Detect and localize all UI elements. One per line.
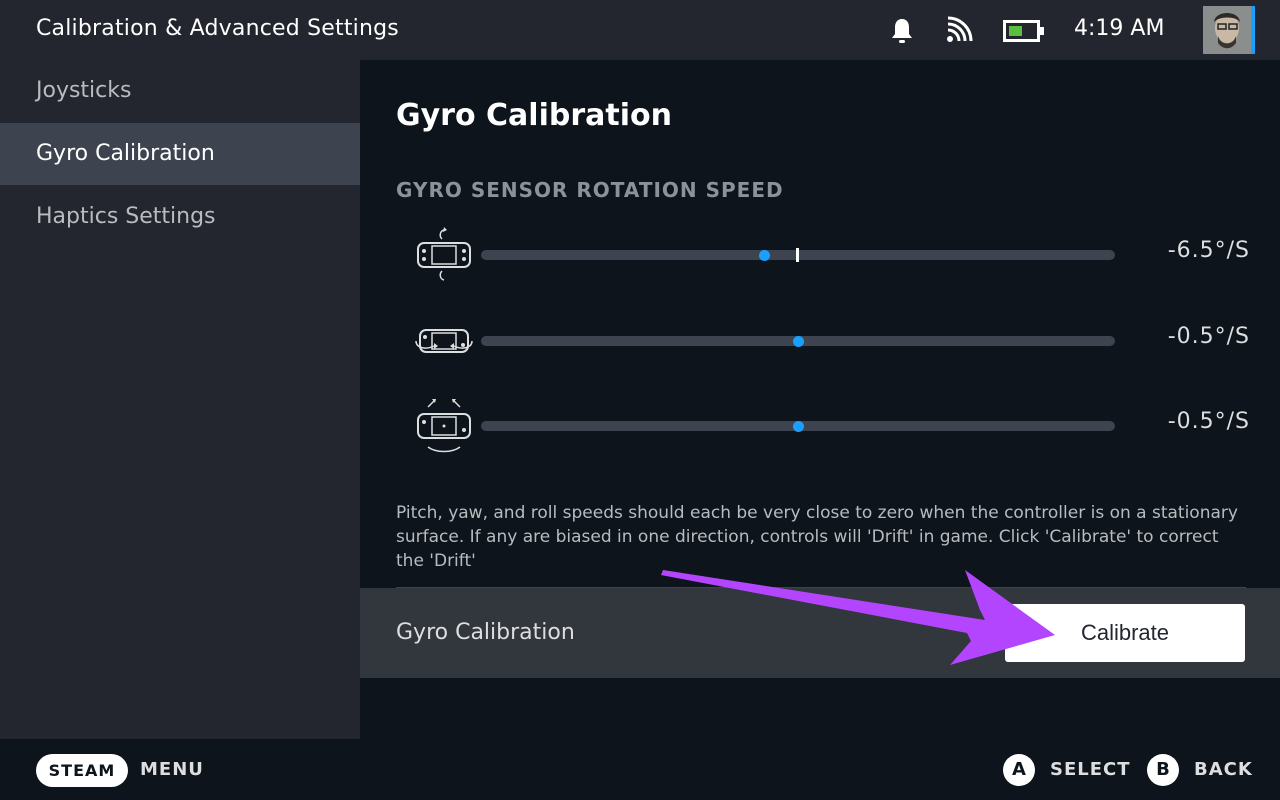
roll-rotation-icon [417, 399, 471, 453]
rotation-row-yaw: -0.5°/S [360, 310, 1280, 370]
rotation-level-dot [793, 336, 804, 347]
rotation-row-pitch: -6.5°/S [360, 224, 1280, 284]
battery-icon[interactable] [1003, 20, 1045, 42]
yaw-rotation-icon [415, 329, 473, 353]
description-text: Pitch, yaw, and roll speeds should each … [396, 503, 1238, 571]
bell-icon[interactable] [889, 17, 915, 45]
rotation-row-roll: -0.5°/S [360, 395, 1280, 455]
wifi-icon[interactable] [945, 16, 973, 44]
a-button-glyph[interactable]: A [1003, 754, 1035, 786]
steam-button[interactable]: STEAM [36, 754, 128, 787]
back-label: BACK [1194, 759, 1253, 780]
rotation-value: -0.5°/S [1167, 324, 1250, 349]
footer-bar: STEAM MENU A SELECT B BACK [0, 739, 1280, 800]
annotation-arrow-icon [661, 570, 1055, 665]
rotation-level-dot [793, 421, 804, 432]
rotation-value: -6.5°/S [1167, 238, 1250, 263]
avatar[interactable] [1203, 6, 1255, 54]
pitch-rotation-icon [417, 227, 471, 281]
rotation-value: -0.5°/S [1167, 409, 1250, 434]
page-title: Gyro Calibration [396, 98, 672, 133]
select-label: SELECT [1050, 759, 1131, 780]
b-button-glyph[interactable]: B [1147, 754, 1179, 786]
rotation-slider-track [481, 421, 1115, 432]
menu-label: MENU [140, 759, 204, 780]
avatar-status-edge [1251, 6, 1255, 54]
sidebar: Joysticks Gyro Calibration Haptics Setti… [0, 60, 360, 739]
section-label: GYRO SENSOR ROTATION SPEED [396, 178, 784, 202]
window-title: Calibration & Advanced Settings [36, 16, 399, 41]
clock: 4:19 AM [1074, 16, 1165, 41]
rotation-level-dot [759, 250, 771, 261]
rotation-slider-track [481, 248, 1115, 262]
calibration-label: Gyro Calibration [396, 620, 575, 645]
top-bar: Calibration & Advanced Settings 4:19 AM [0, 0, 1280, 60]
zero-marker [796, 248, 799, 262]
rotation-slider-track [481, 336, 1115, 347]
sidebar-item-joysticks[interactable]: Joysticks [0, 60, 360, 122]
sidebar-item-haptics-settings[interactable]: Haptics Settings [0, 186, 360, 248]
sidebar-item-gyro-calibration[interactable]: Gyro Calibration [0, 123, 360, 185]
